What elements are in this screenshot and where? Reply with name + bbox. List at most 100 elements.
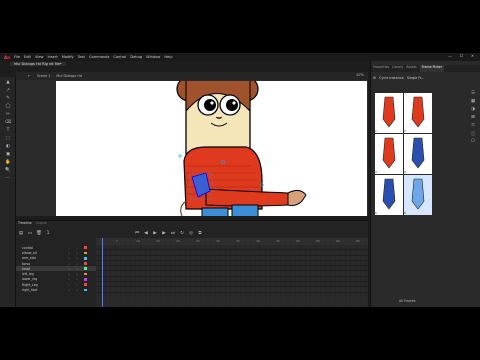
layer-color-swatch[interactable]	[84, 278, 87, 281]
visibility-icon[interactable]: •	[68, 262, 70, 266]
new-layer-icon[interactable]: ▤	[18, 231, 24, 236]
maximize-icon[interactable]: ☐	[460, 54, 463, 58]
visibility-icon[interactable]: •	[68, 267, 70, 271]
oval-tool-icon[interactable]: ◯	[4, 103, 12, 109]
menu-debug[interactable]: Debug	[130, 55, 142, 59]
lock-icon[interactable]: •	[76, 256, 78, 260]
lock-icon[interactable]: •	[76, 246, 78, 250]
frame-ruler[interactable]: 5 10 15 20 25 30 35 40 45 50 55 60 65	[96, 238, 368, 245]
lock-icon[interactable]: •	[76, 251, 78, 255]
menu-insert[interactable]: Insert	[47, 55, 57, 59]
timeline-tabs: Timeline Output	[16, 221, 47, 227]
subselection-tool-icon[interactable]: ↗	[4, 87, 12, 93]
visibility-icon[interactable]: •	[68, 277, 70, 281]
frame-grid[interactable]	[96, 245, 368, 307]
visibility-icon[interactable]: •	[68, 251, 70, 255]
step-back-icon[interactable]: ◀	[143, 231, 149, 236]
rectangle-tool-icon[interactable]: ⬚	[4, 135, 12, 141]
new-folder-icon[interactable]: ▭	[27, 231, 33, 236]
transform-icon[interactable]: ⤧	[467, 123, 479, 131]
paint-bucket-icon[interactable]: ◐	[4, 143, 12, 149]
tab-properties[interactable]: Properties	[373, 65, 389, 72]
frame-card[interactable]: 5	[375, 175, 403, 215]
frame-row[interactable]	[96, 287, 368, 293]
text-tool-icon[interactable]: T	[4, 127, 12, 133]
menu-file[interactable]: File	[14, 55, 20, 59]
menu-commands[interactable]: Commands	[89, 55, 109, 59]
layer-row[interactable]: right_foot • •	[16, 287, 96, 292]
frame-card[interactable]: 2	[404, 93, 432, 133]
settings-icon[interactable]: ⚙	[373, 76, 376, 80]
layer-color-swatch[interactable]	[84, 251, 87, 255]
library-icon[interactable]: ▦	[467, 99, 479, 107]
frame-card[interactable]: 4	[404, 134, 432, 174]
edit-multiple-frames-icon[interactable]: ⧉	[197, 230, 203, 236]
info-icon[interactable]: ⓘ	[467, 131, 479, 139]
visibility-icon[interactable]: •	[68, 288, 70, 292]
scene-label[interactable]: Scene 1	[37, 74, 51, 78]
close-icon[interactable]: ✕	[471, 54, 474, 58]
frame-number[interactable]: 1	[45, 231, 51, 236]
menu-control[interactable]: Control	[113, 55, 126, 59]
loop-icon[interactable]: ↻	[179, 231, 185, 236]
visibility-icon[interactable]: •	[68, 246, 70, 250]
zoom-tool-icon[interactable]: 🔍	[4, 167, 12, 173]
playhead[interactable]	[102, 238, 103, 307]
brush-tool-icon[interactable]: ✎	[4, 95, 12, 101]
color-icon[interactable]: ◑	[467, 107, 479, 115]
menu-edit[interactable]: Edit	[24, 55, 31, 59]
back-arrow-icon[interactable]: ←	[28, 74, 31, 78]
lock-icon[interactable]: •	[76, 272, 78, 276]
layer-color-swatch[interactable]	[84, 267, 87, 271]
visibility-icon[interactable]: •	[68, 256, 70, 260]
layer-color-swatch[interactable]	[84, 272, 87, 276]
layer-color-swatch[interactable]	[84, 283, 87, 287]
eraser-tool-icon[interactable]: ⌫	[4, 119, 12, 125]
frames-filter[interactable]: All Frames	[399, 299, 416, 303]
properties-icon[interactable]: ☰	[467, 91, 479, 99]
minimize-icon[interactable]: —	[448, 54, 452, 58]
lock-icon[interactable]: •	[76, 283, 78, 287]
more-tools-icon[interactable]: ⋯	[4, 175, 12, 181]
step-forward-icon[interactable]: ▶	[161, 231, 167, 236]
lock-icon[interactable]: •	[76, 267, 78, 271]
zoom-level[interactable]: 67%	[356, 73, 364, 77]
menu-modify[interactable]: Modify	[62, 55, 74, 59]
menu-help[interactable]: Help	[164, 55, 172, 59]
lock-icon[interactable]: •	[76, 288, 78, 292]
tab-output[interactable]: Output	[36, 221, 47, 227]
loop-mode-dropdown[interactable]: Single Fr...	[407, 76, 425, 80]
menu-window[interactable]: Window	[146, 55, 160, 59]
document-tab-label[interactable]: Mui Dialogs Hd Rig v6 file*	[10, 62, 66, 66]
menu-view[interactable]: View	[35, 55, 44, 59]
align-icon[interactable]: ⊞	[467, 115, 479, 123]
layer-color-swatch[interactable]	[84, 288, 87, 292]
visibility-icon[interactable]: •	[68, 283, 70, 287]
first-frame-icon[interactable]: ⏮	[134, 230, 140, 236]
tab-frame-picker[interactable]: Frame Picker	[419, 65, 445, 72]
selection-tool-icon[interactable]: ▲	[4, 79, 12, 85]
visibility-icon[interactable]: •	[68, 272, 70, 276]
delete-layer-icon[interactable]: 🗑	[36, 231, 42, 236]
layer-color-swatch[interactable]	[84, 262, 87, 265]
symbol-breadcrumb[interactable]: Mui Dialogs Hd	[56, 74, 81, 78]
layer-color-swatch[interactable]	[84, 256, 87, 260]
free-transform-icon[interactable]: ▣	[4, 151, 12, 157]
frame-card[interactable]: 3	[375, 134, 403, 174]
onion-skin-icon[interactable]: ◎	[188, 231, 194, 236]
menu-text[interactable]: Text	[78, 55, 85, 59]
pencil-tool-icon[interactable]: ✏	[4, 111, 12, 117]
lock-icon[interactable]: •	[76, 262, 78, 266]
play-icon[interactable]: ▶	[152, 231, 158, 236]
tab-library[interactable]: Library	[392, 65, 403, 72]
tab-timeline[interactable]: Timeline	[18, 221, 32, 227]
last-frame-icon[interactable]: ⏭	[170, 230, 176, 236]
tab-assets[interactable]: Assets	[406, 65, 416, 72]
lock-icon[interactable]: •	[76, 277, 78, 281]
frame-card[interactable]: 1	[375, 93, 403, 133]
hand-tool-icon[interactable]: ✋	[4, 159, 12, 165]
layer-color-swatch[interactable]	[84, 246, 87, 249]
frame-card[interactable]: 6	[404, 175, 432, 215]
stage-canvas[interactable]	[56, 81, 367, 216]
components-icon[interactable]: ⎔	[467, 139, 479, 147]
